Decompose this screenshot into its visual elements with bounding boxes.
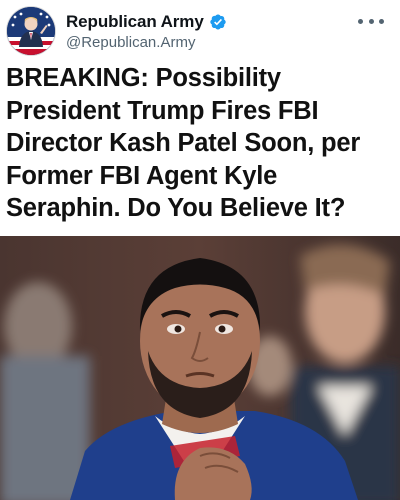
photo-image (0, 236, 400, 500)
post-photo[interactable] (0, 236, 400, 500)
name-row: Republican Army (66, 11, 227, 33)
post-header: Republican Army @Republican.Army (0, 0, 400, 58)
avatar[interactable] (7, 7, 55, 55)
verified-badge-icon (209, 14, 226, 30)
more-options-icon[interactable] (358, 14, 384, 28)
handle[interactable]: @Republican.Army (66, 34, 195, 51)
avatar-image (7, 7, 55, 55)
display-name[interactable]: Republican Army (66, 12, 204, 32)
post-headline: BREAKING: Possibility President Trump Fi… (6, 64, 361, 222)
